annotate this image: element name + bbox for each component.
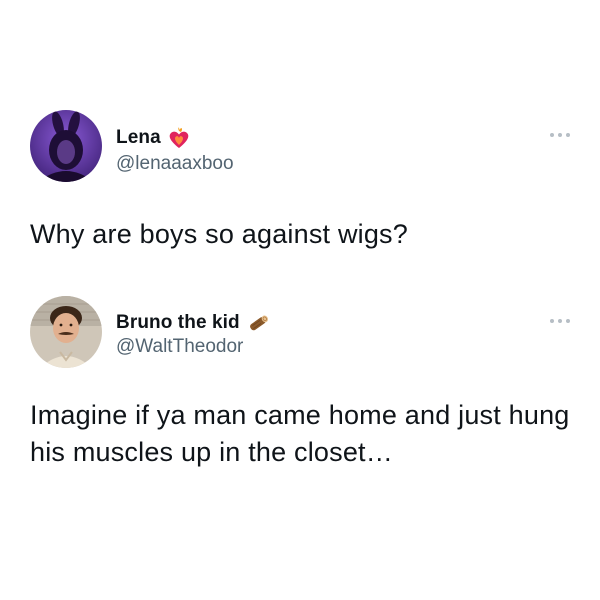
- user-handle[interactable]: @lenaaaxboo: [116, 153, 234, 175]
- name-row: Bruno the kid: [116, 311, 270, 335]
- wood-log-icon: [246, 311, 270, 335]
- avatar-image: [30, 110, 102, 182]
- display-name[interactable]: Lena: [116, 127, 161, 149]
- avatar[interactable]: [30, 110, 102, 182]
- name-row: Lena: [116, 127, 191, 149]
- more-options-icon[interactable]: [550, 132, 570, 138]
- user-handle[interactable]: @WaltTheodor: [116, 336, 243, 358]
- more-options-icon[interactable]: [550, 318, 570, 324]
- tweet-text: Imagine if ya man came home and just hun…: [30, 400, 570, 467]
- avatar-image: [30, 296, 102, 368]
- avatar[interactable]: [30, 296, 102, 368]
- heart-on-fire-icon: [167, 127, 191, 149]
- display-name[interactable]: Bruno the kid: [116, 312, 240, 334]
- tweet-text: Why are boys so against wigs?: [30, 219, 408, 249]
